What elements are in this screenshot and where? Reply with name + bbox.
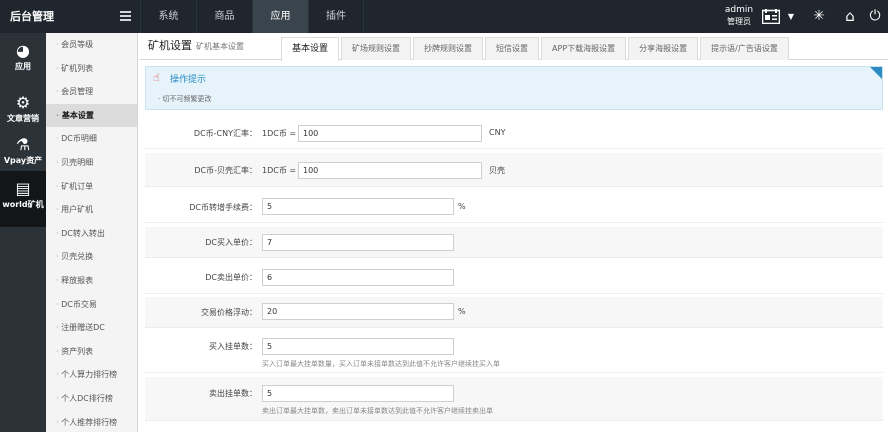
subnav-item[interactable]: 会员管理 xyxy=(46,80,137,104)
form-row-buy-orders: 买入挂单数： 买入订单最大挂单数量，买入订单未接单数达到此值不允许客户继续挂买入… xyxy=(145,332,883,373)
form-row-sell-orders: 卖出挂单数： 卖出订单最大挂单数，卖出订单未接单数达到此值不允许客户继续挂卖出单 xyxy=(145,377,883,421)
document-icon: ▤ xyxy=(15,179,31,198)
field-label: DC卖出单价： xyxy=(205,273,257,282)
form-row-transfer-fee: DC币转增手续费： % xyxy=(145,191,883,223)
tab-copy-rules[interactable]: 抄牌规则设置 xyxy=(413,37,484,60)
field-unit: % xyxy=(458,307,466,316)
tip-box: ☝ 操作提示 · 切不可频繁更改 xyxy=(145,66,883,110)
field-label: 交易价格浮动： xyxy=(201,308,257,317)
tab-tips-ads[interactable]: 提示语/广告语设置 xyxy=(700,37,789,60)
gear-icon: ⚙ xyxy=(15,93,31,112)
form-row-dc-shell: DC币-贝壳汇率： 1DC币 = 贝壳 xyxy=(145,153,883,187)
price-float-input[interactable] xyxy=(262,303,454,320)
iconbar-item-world[interactable]: ▤ world矿机 xyxy=(0,171,46,227)
field-unit: % xyxy=(458,202,466,211)
tip-title: 操作提示 xyxy=(170,75,207,85)
subnav-item[interactable]: 贝壳明细 xyxy=(46,151,137,175)
user-role: 管理员 xyxy=(727,17,751,26)
field-help: 卖出订单最大挂单数，卖出订单未接单数达到此值不允许客户继续挂卖出单 xyxy=(262,407,493,415)
tab-app-poster[interactable]: APP下载海报设置 xyxy=(541,37,627,60)
subnav-item[interactable]: 注册赠送DC xyxy=(46,316,137,340)
page-subtitle: 矿机基本设置 xyxy=(196,42,244,51)
transfer-fee-input[interactable] xyxy=(262,198,454,215)
dc-shell-rate-input[interactable] xyxy=(298,162,482,179)
form-row-sell-price: DC卖出单价： xyxy=(145,262,883,294)
dc-cny-rate-input[interactable] xyxy=(298,125,482,142)
sub-nav: 会员等级 矿机列表 会员管理 基本设置 DC币明细 贝壳明细 矿机订单 用户矿机… xyxy=(46,33,138,432)
user-name: admin xyxy=(724,5,754,15)
user-info[interactable]: admin 管理员 xyxy=(724,4,754,28)
subnav-item[interactable]: 个人推荐排行榜 xyxy=(46,411,137,432)
iconbar-label: 应用 xyxy=(15,62,31,71)
iconbar-label: Vpay资产 xyxy=(3,156,43,165)
field-label: 买入挂单数： xyxy=(209,342,257,351)
id-card-icon[interactable] xyxy=(760,0,782,33)
field-prefix: 1DC币 = xyxy=(262,129,297,138)
buy-price-input[interactable] xyxy=(262,234,454,251)
tab-bar: 基本设置 矿场规则设置 抄牌规则设置 短信设置 APP下载海报设置 分享海报设置… xyxy=(281,37,791,61)
top-nav-plugins[interactable]: 插件 xyxy=(308,0,364,33)
field-unit: CNY xyxy=(489,128,506,137)
subnav-item[interactable]: 用户矿机 xyxy=(46,198,137,222)
sell-orders-input[interactable] xyxy=(262,385,454,402)
caret-down-icon[interactable]: ▼ xyxy=(786,0,796,33)
sell-price-input[interactable] xyxy=(262,269,454,286)
page-title: 矿机设置 xyxy=(148,39,192,52)
pie-chart-icon: ◕ xyxy=(16,41,30,60)
subnav-item[interactable]: 个人算力排行榜 xyxy=(46,363,137,387)
main-header: 矿机设置 矿机基本设置 基本设置 矿场规则设置 抄牌规则设置 短信设置 APP下… xyxy=(140,33,888,61)
form-row-price-float: 交易价格浮动： % xyxy=(145,297,883,328)
subnav-item[interactable]: DC币明细 xyxy=(46,127,137,151)
field-unit: 贝壳 xyxy=(489,166,505,175)
field-label: DC币转增手续费： xyxy=(189,203,257,212)
subnav-item[interactable]: DC币交易 xyxy=(46,293,137,317)
buy-orders-input[interactable] xyxy=(262,338,454,355)
subnav-item[interactable]: 会员等级 xyxy=(46,33,137,57)
collapse-corner-icon[interactable] xyxy=(870,67,882,79)
top-nav-goods[interactable]: 商品 xyxy=(196,0,252,33)
subnav-item[interactable]: 个人DC排行榜 xyxy=(46,387,137,411)
field-label: 卖出挂单数： xyxy=(209,389,257,398)
field-label: DC买入单价： xyxy=(205,238,257,247)
brand-title: 后台管理 xyxy=(10,10,54,23)
tip-text: · 切不可频繁更改 xyxy=(158,95,212,103)
top-nav-apps[interactable]: 应用 xyxy=(252,0,308,33)
loader-icon[interactable]: ✳ xyxy=(806,0,832,33)
field-label: DC币-贝壳汇率： xyxy=(194,166,257,175)
top-nav-system[interactable]: 系统 xyxy=(140,0,196,33)
subnav-item[interactable]: 资产列表 xyxy=(46,340,137,364)
top-nav: 系统 商品 应用 插件 xyxy=(140,0,364,33)
subnav-item[interactable]: 贝壳兑换 xyxy=(46,245,137,269)
subnav-item[interactable]: DC转入转出 xyxy=(46,222,137,246)
iconbar-label: 文章营销 xyxy=(7,114,39,123)
tab-share-poster[interactable]: 分享海报设置 xyxy=(628,37,699,60)
subnav-item[interactable]: 矿机订单 xyxy=(46,175,137,199)
field-help: 买入订单最大挂单数量，买入订单未接单数达到此值不允许客户继续挂买入单 xyxy=(262,360,500,368)
tab-mine-rules[interactable]: 矿场规则设置 xyxy=(341,37,412,60)
iconbar-item-apps[interactable]: ◕ 应用 xyxy=(0,33,46,89)
subnav-item[interactable]: 矿机列表 xyxy=(46,57,137,81)
home-icon[interactable]: ⌂ xyxy=(838,0,862,33)
tab-basic-settings[interactable]: 基本设置 xyxy=(281,37,340,61)
field-prefix: 1DC币 = xyxy=(262,166,297,175)
flask-icon: ⚗ xyxy=(15,135,31,154)
icon-sidebar: ◕ 应用 ⚙ 文章营销 ⚗ Vpay资产 ▤ world矿机 xyxy=(0,33,46,432)
menu-toggle-icon[interactable] xyxy=(120,11,131,21)
hand-pointer-icon: ☝ xyxy=(153,71,160,84)
field-label: DC币-CNY汇率： xyxy=(193,129,257,138)
tab-sms-settings[interactable]: 短信设置 xyxy=(485,37,540,60)
subnav-item[interactable]: 释放报表 xyxy=(46,269,137,293)
subnav-item-active[interactable]: 基本设置 xyxy=(46,103,137,128)
form-row-dc-cny: DC币-CNY汇率： 1DC币 = CNY xyxy=(145,118,883,149)
top-bar: 后台管理 系统 商品 应用 插件 admin 管理员 ▼ ✳ ⌂ ⏻ xyxy=(0,0,888,33)
form-row-buy-price: DC买入单价： xyxy=(145,227,883,258)
iconbar-label: world矿机 xyxy=(2,200,44,209)
power-icon[interactable]: ⏻ xyxy=(864,0,886,33)
